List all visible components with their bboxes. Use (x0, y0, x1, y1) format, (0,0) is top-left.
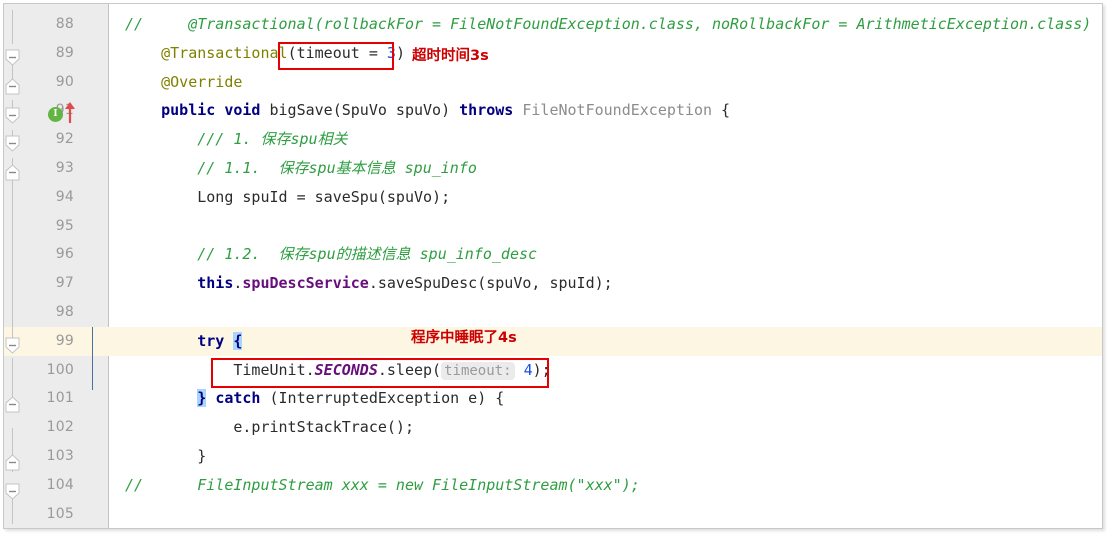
line-number: 98 (55, 304, 74, 320)
code-line: // FileInputStream xxx = new FileInputSt… (125, 475, 640, 494)
line-number: 97 (55, 275, 74, 292)
line-number: 102 (46, 419, 74, 436)
fold-connector-line (12, 10, 13, 44)
fold-toggle-icon[interactable] (5, 164, 20, 181)
line-number: 105 (46, 505, 74, 522)
code-line: public void bigSave(SpuVo spuVo) throws … (161, 101, 731, 120)
overriding-method-arrow-icon[interactable] (64, 102, 76, 124)
indent-guide (92, 326, 93, 391)
sleep-4s-note: 程序中睡眠了4s (411, 330, 517, 346)
line-number: 96 (55, 246, 74, 263)
code-line: // 1.2. 保存spu的描述信息 spu_info_desc (125, 245, 538, 264)
code-line: } (125, 447, 207, 465)
fold-toggle-icon[interactable] (5, 483, 20, 500)
fold-toggle-icon[interactable] (5, 78, 20, 95)
code-line: // 1.1. 保存spu基本信息 spu_info (125, 159, 477, 177)
code-line: TimeUnit.SECONDS.sleep(timeout: 4); (125, 360, 551, 380)
fold-toggle-icon[interactable] (5, 337, 20, 354)
code-line: e.printStackTrace(); (125, 418, 414, 437)
code-line: /// 1. 保存spu相关 (125, 130, 348, 149)
fold-connector-line (12, 498, 13, 524)
fold-connector-line (12, 158, 13, 344)
code-line: @Transactional(timeout = 3) (161, 43, 405, 62)
code-line: } catch (InterruptedException e) { (197, 389, 505, 408)
fold-toggle-icon[interactable] (5, 49, 20, 66)
code-line: try { (197, 331, 243, 350)
line-number: 95 (55, 217, 74, 234)
timeout-3s-note: 超时时间3s (412, 48, 489, 64)
line-number: 94 (55, 188, 74, 205)
code-folding-strip[interactable] (108, 4, 126, 528)
fold-toggle-icon[interactable] (5, 135, 20, 152)
line-number: 88 (55, 16, 74, 32)
code-line: this.spuDescService.saveSpuDesc(spuVo, s… (197, 274, 613, 293)
implementing-method-marker-icon[interactable]: I (48, 107, 63, 122)
fold-toggle-icon[interactable] (5, 107, 20, 124)
code-line: // @Transactional(rollbackFor = FileNotF… (125, 15, 1092, 33)
code-line: @Override (161, 72, 243, 91)
fold-toggle-icon[interactable] (5, 454, 20, 471)
fold-toggle-icon[interactable] (5, 396, 20, 413)
line-number: 100 (46, 361, 74, 378)
code-line: Long spuId = saveSpu(spuVo); (125, 187, 451, 206)
code-editor-window[interactable]: 88 89 90 91 92 93 94 95 96 97 98 99 100 101 102 103 104 1… (3, 3, 1103, 529)
